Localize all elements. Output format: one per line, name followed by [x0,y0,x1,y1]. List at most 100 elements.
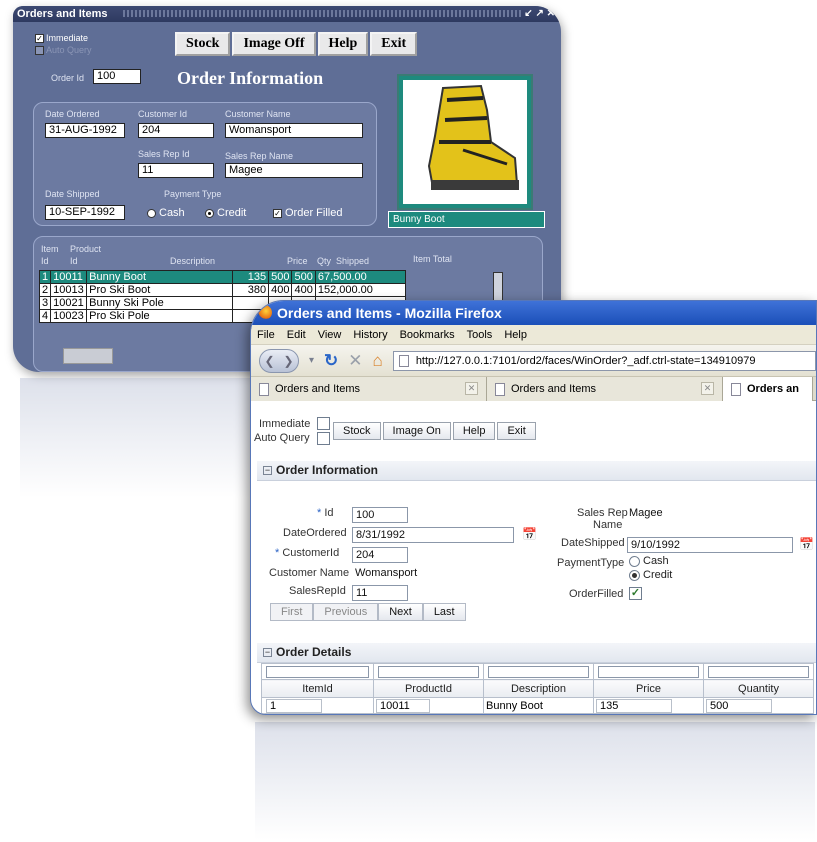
date-shipped-field[interactable]: 10-SEP-1992 [45,205,125,220]
table-row[interactable]: 2 10013 Pro Ski Boot 380 400 400 152,000.00 [38,283,406,297]
customer-id-label: * CustomerId [275,547,340,559]
date-shipped-input[interactable]: 9/10/1992 [627,537,793,553]
date-ordered-input[interactable]: 8/31/1992 [352,527,514,543]
next-button[interactable]: Next [378,603,423,621]
immediate-checkbox[interactable] [317,417,330,430]
home-icon[interactable]: ⌂ [373,352,383,369]
tab-orders-and-items-active[interactable]: Orders an [723,377,813,401]
cell-product[interactable]: 10013 [50,283,88,297]
order-information-section-header[interactable]: − Order Information [257,461,816,481]
auto-query-checkbox[interactable] [317,432,330,445]
table-row[interactable]: 1 10011 Bunny Boot 135 500 [261,697,814,714]
sales-rep-id-field[interactable]: 11 [138,163,214,178]
menu-tools[interactable]: Tools [467,329,493,341]
stock-button[interactable]: Stock [333,422,381,440]
menu-history[interactable]: History [353,329,387,341]
cell-total[interactable]: 152,000.00 [314,283,406,297]
tab-close-icon[interactable]: ✕ [465,382,478,395]
cell-item[interactable]: 1 [38,270,52,284]
menu-edit[interactable]: Edit [287,329,306,341]
tab-close-icon[interactable]: ✕ [701,382,714,395]
immediate-checkbox[interactable]: ✓ Immediate [35,33,88,43]
order-total-field[interactable] [63,348,113,364]
tab-orders-and-items-2[interactable]: Orders and Items ✕ [487,377,723,401]
cell-item[interactable]: 2 [38,283,52,297]
cell-price[interactable]: 380 [232,283,270,297]
quantity-cell[interactable]: 500 [706,698,772,713]
cell-description[interactable]: Pro Ski Pole [86,309,234,323]
menu-help[interactable]: Help [504,329,527,341]
tab-orders-and-items-1[interactable]: Orders and Items ✕ [251,377,487,401]
calendar-icon[interactable]: 📅 [799,537,814,551]
menu-bookmarks[interactable]: Bookmarks [400,329,455,341]
date-ordered-field[interactable]: 31-AUG-1992 [45,123,125,138]
cell-price[interactable]: 135 [232,270,270,284]
productid-filter-input[interactable] [378,665,479,678]
col-quantity[interactable]: Quantity [703,679,814,698]
cell-qty[interactable]: 400 [268,283,293,297]
cell-item[interactable]: 3 [38,296,52,310]
order-filled-check-icon[interactable]: ✓ [629,587,642,600]
payment-credit-radio[interactable]: Credit [629,569,672,581]
order-details-section-header[interactable]: − Order Details [257,643,816,663]
cell-description[interactable]: Pro Ski Boot [86,283,234,297]
cell-description[interactable]: Bunny Boot [86,270,234,284]
itemid-filter-input[interactable] [266,665,369,678]
payment-cash-radio[interactable]: Cash [147,207,185,219]
col-price[interactable]: Price [593,679,704,698]
forward-arrow-icon[interactable]: ❯ [283,354,293,368]
history-dropdown-icon[interactable]: ▾ [309,352,314,369]
cell-description[interactable]: Bunny Ski Pole [86,296,234,310]
customer-id-input[interactable]: 204 [352,547,408,563]
quantity-filter-input[interactable] [708,665,809,678]
collapse-icon[interactable]: − [263,648,272,658]
calendar-icon[interactable]: 📅 [522,527,537,541]
cell-product[interactable]: 10011 [50,270,88,284]
table-row[interactable]: 1 10011 Bunny Boot 135 500 500 67,500.00 [38,270,406,284]
menu-file[interactable]: File [257,329,275,341]
previous-button[interactable]: Previous [313,603,379,621]
price-cell[interactable]: 135 [596,698,672,713]
stock-button[interactable]: Stock [175,32,231,56]
cell-shipped[interactable]: 400 [291,283,316,297]
cell-product[interactable]: 10021 [50,296,88,310]
exit-button[interactable]: Exit [497,422,536,440]
sales-rep-name-field[interactable]: Magee [225,163,363,178]
cell-item[interactable]: 4 [38,309,52,323]
help-button[interactable]: Help [452,422,496,440]
cell-total[interactable]: 67,500.00 [314,270,406,284]
reload-icon[interactable]: ↻ [324,352,338,369]
image-off-button[interactable]: Image Off [232,32,316,56]
back-arrow-icon[interactable]: ❮ [264,354,274,368]
help-button[interactable]: Help [317,32,369,56]
col-description[interactable]: Description [483,679,594,698]
back-forward-buttons[interactable]: ❮ ❯ [259,348,299,373]
address-bar[interactable]: http://127.0.0.1:7101/ord2/faces/WinOrde… [392,350,816,371]
order-filled-checkbox[interactable]: ✓ Order Filled [273,207,342,219]
exit-button[interactable]: Exit [370,32,418,56]
last-button[interactable]: Last [422,603,466,621]
itemid-cell[interactable]: 1 [266,698,322,713]
customer-id-field[interactable]: 204 [138,123,214,138]
window-controls-icon[interactable]: ↙ ↗ ✕ [524,6,555,22]
first-button[interactable]: First [270,603,314,621]
collapse-icon[interactable]: − [263,466,272,476]
col-itemid[interactable]: ItemId [261,679,374,698]
cell-shipped[interactable]: 500 [291,270,316,284]
order-id-field[interactable]: 100 [93,69,141,84]
id-input[interactable]: 100 [352,507,408,523]
payment-credit-radio[interactable]: Credit [205,207,246,219]
price-filter-input[interactable] [598,665,699,678]
cell-qty[interactable]: 500 [268,270,293,284]
productid-cell[interactable]: 10011 [376,698,430,713]
col-productid[interactable]: ProductId [373,679,484,698]
cell-product[interactable]: 10023 [50,309,88,323]
image-on-button[interactable]: Image On [382,422,451,440]
stop-icon[interactable]: ✕ [348,352,362,369]
description-filter-input[interactable] [488,665,589,678]
customer-name-field[interactable]: Womansport [225,123,363,138]
payment-cash-radio[interactable]: Cash [629,555,669,567]
menu-view[interactable]: View [318,329,342,341]
auto-query-checkbox[interactable]: Auto Query [35,45,92,55]
sales-rep-id-input[interactable]: 11 [352,585,408,601]
